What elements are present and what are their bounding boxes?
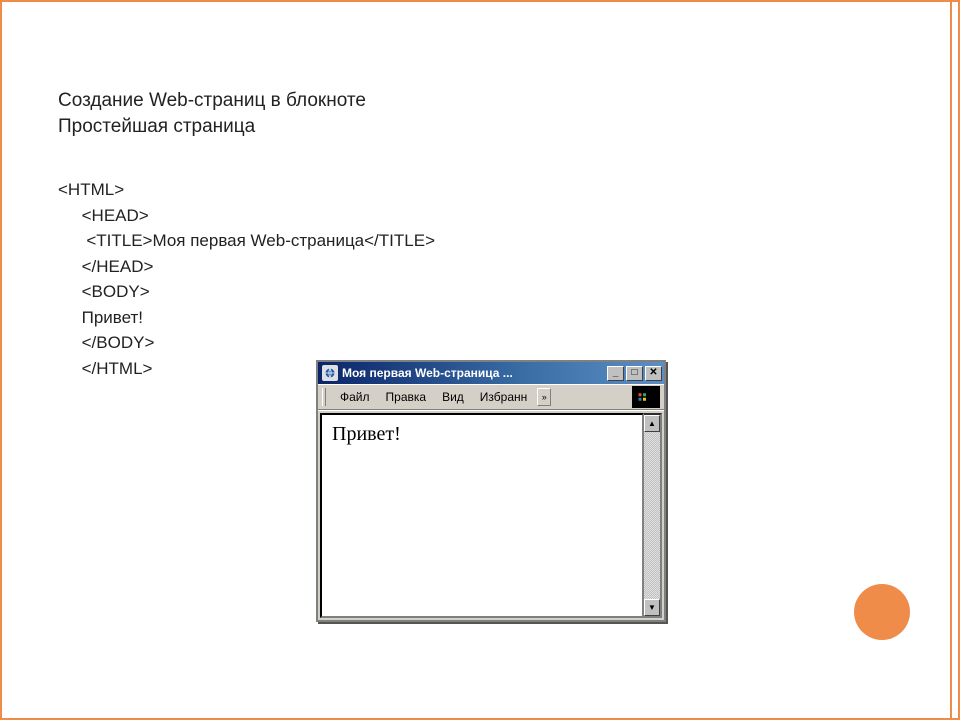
minimize-button[interactable]: _ [607, 366, 624, 381]
menu-favorites[interactable]: Избранн [472, 388, 535, 406]
scroll-track[interactable] [644, 432, 660, 599]
frame-line [950, 0, 952, 720]
menu-file[interactable]: Файл [332, 388, 378, 406]
maximize-button[interactable]: □ [626, 366, 643, 381]
toolbar-grip[interactable] [322, 388, 326, 406]
ie-app-icon [322, 365, 338, 381]
close-button[interactable]: ✕ [645, 366, 662, 381]
window-title: Моя первая Web-страница ... [342, 366, 607, 380]
slide-content: Создание Web-страниц в блокноте Простейш… [58, 88, 930, 381]
menu-edit[interactable]: Правка [378, 388, 435, 406]
titlebar[interactable]: Моя первая Web-страница ... _ □ ✕ [318, 362, 664, 384]
menu-overflow-button[interactable]: » [537, 388, 551, 406]
decorative-circle [854, 584, 910, 640]
menubar: Файл Правка Вид Избранн » [318, 384, 664, 410]
menu-view[interactable]: Вид [434, 388, 472, 406]
scroll-up-button[interactable]: ▲ [644, 415, 660, 432]
ie-throbber-icon [632, 386, 660, 408]
page-body: Привет! [320, 413, 644, 618]
heading-line-2: Простейшая страница [58, 114, 930, 140]
browser-window: Моя первая Web-страница ... _ □ ✕ Файл П… [316, 360, 666, 622]
heading-line-1: Создание Web-страниц в блокноте [58, 88, 930, 114]
slide-heading: Создание Web-страниц в блокноте Простейш… [58, 88, 930, 139]
vertical-scrollbar[interactable]: ▲ ▼ [644, 413, 662, 618]
frame-line [0, 0, 960, 2]
frame-line [0, 0, 2, 720]
content-area: Привет! ▲ ▼ [318, 410, 664, 620]
scroll-down-button[interactable]: ▼ [644, 599, 660, 616]
code-sample: <HTML> <HEAD> <TITLE>Моя первая Web-стра… [58, 177, 930, 381]
